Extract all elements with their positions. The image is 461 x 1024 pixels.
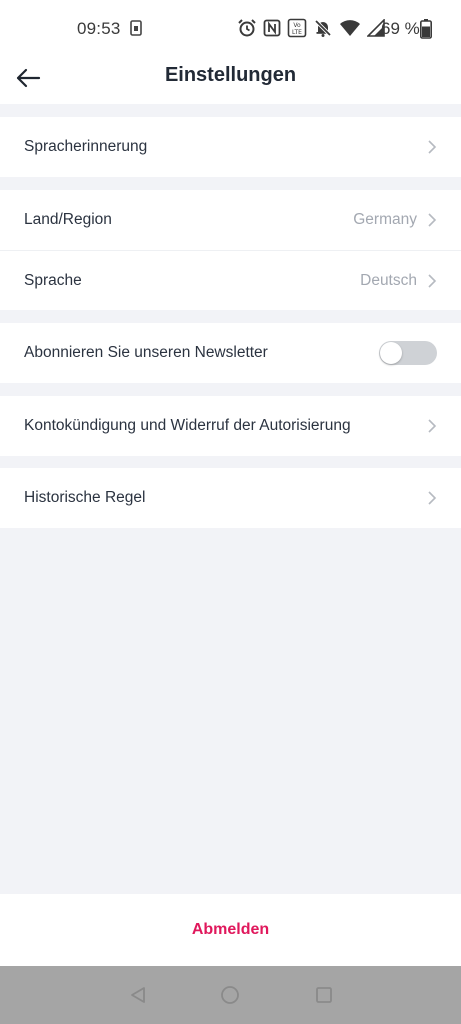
account-cancellation-item[interactable]: Kontokündigung und Widerruf der Autorisi… (0, 396, 461, 456)
settings-group-locale: Land/Region Germany Sprache Deutsch (0, 190, 461, 310)
settings-group-newsletter: Abonnieren Sie unseren Newsletter (0, 323, 461, 383)
country-region-label: Land/Region (24, 211, 112, 228)
nav-recents-icon (316, 987, 332, 1003)
nav-home-icon (221, 986, 239, 1004)
settings-screen: 09:53 Vo LTE 69 % Einstellungen Spracher… (0, 0, 461, 1024)
chevron-right-icon (428, 273, 437, 288)
logout-bar: Abmelden (0, 894, 461, 966)
historical-rule-label: Historische Regel (24, 489, 146, 506)
country-region-value: Germany (353, 211, 417, 228)
app-header: Einstellungen (0, 56, 461, 104)
alarm-icon (238, 19, 256, 37)
wifi-icon (340, 20, 360, 36)
sim-storage-icon (130, 20, 142, 36)
svg-text:LTE: LTE (292, 29, 302, 36)
nav-recents-button[interactable] (313, 984, 335, 1006)
language-item[interactable]: Sprache Deutsch (0, 250, 461, 310)
svg-text:Vo: Vo (293, 22, 301, 29)
historical-rule-item[interactable]: Historische Regel (0, 468, 461, 528)
settings-group-history: Historische Regel (0, 468, 461, 528)
chevron-right-icon (428, 491, 437, 505)
language-label: Sprache (24, 271, 82, 289)
voice-reminder-item[interactable]: Spracherinnerung (0, 117, 461, 177)
chevron-right-icon (428, 140, 437, 154)
system-nav-bar (0, 966, 461, 1024)
logout-button[interactable]: Abmelden (172, 911, 289, 949)
status-bar: 09:53 Vo LTE 69 % (0, 0, 461, 56)
settings-group-account: Kontokündigung und Widerruf der Autorisi… (0, 396, 461, 456)
newsletter-toggle[interactable] (379, 341, 437, 365)
toggle-knob (380, 342, 402, 364)
nfc-icon (263, 19, 281, 37)
nav-back-icon (131, 987, 145, 1003)
nav-home-button[interactable] (219, 984, 241, 1006)
newsletter-item: Abonnieren Sie unseren Newsletter (0, 323, 461, 383)
chevron-right-icon (428, 419, 437, 433)
battery-icon (420, 19, 432, 39)
battery-percentage: 69 % (381, 19, 420, 38)
volte-icon: Vo LTE (287, 18, 307, 38)
country-region-item[interactable]: Land/Region Germany (0, 190, 461, 250)
page-title: Einstellungen (164, 64, 297, 86)
status-time: 09:53 (77, 19, 121, 38)
voice-reminder-label: Spracherinnerung (24, 138, 148, 155)
newsletter-label: Abonnieren Sie unseren Newsletter (24, 344, 268, 361)
mute-icon (314, 19, 332, 37)
account-cancellation-label: Kontokündigung und Widerruf der Autorisi… (24, 417, 351, 434)
language-value: Deutsch (360, 271, 417, 289)
status-icons: Vo LTE (237, 18, 385, 38)
chevron-right-icon (428, 213, 437, 227)
nav-back-button[interactable] (127, 984, 149, 1006)
settings-group-reminder: Spracherinnerung (0, 117, 461, 177)
